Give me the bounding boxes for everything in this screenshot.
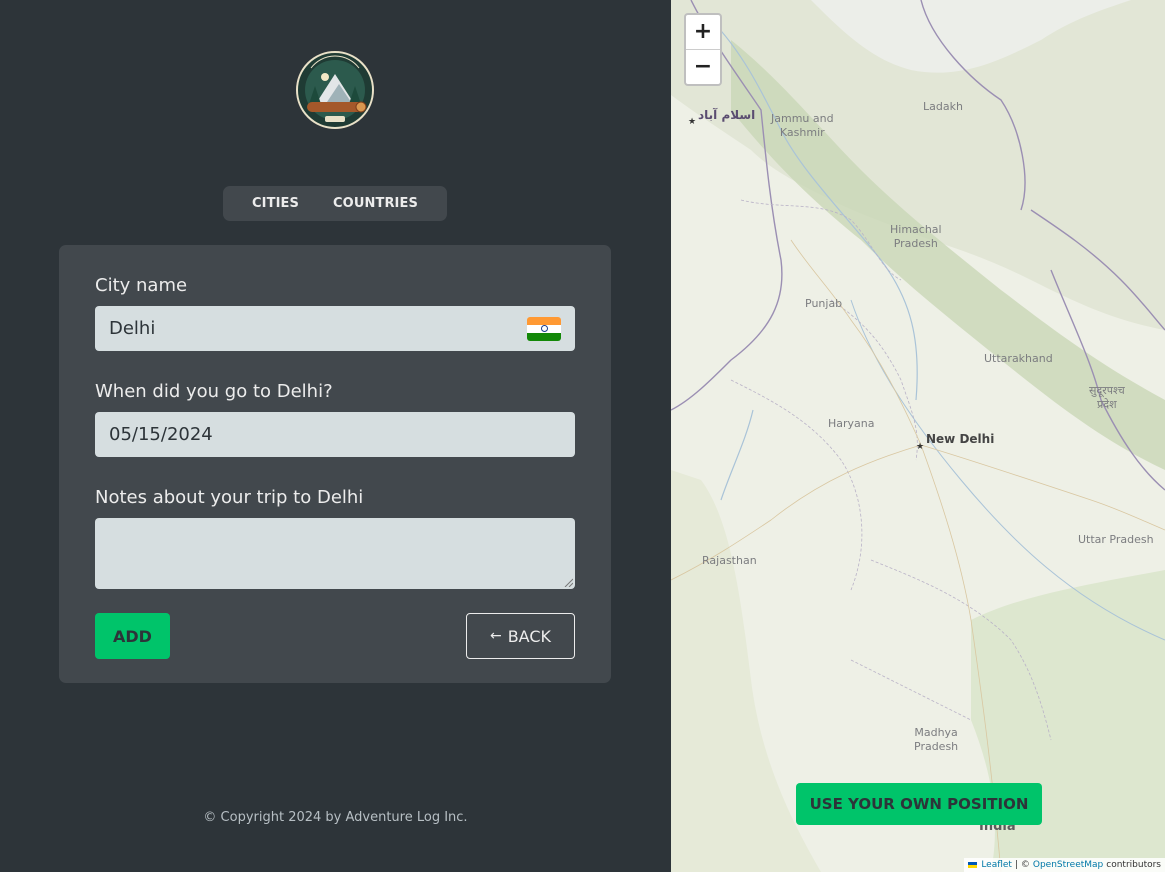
add-button[interactable]: ADD bbox=[95, 613, 170, 659]
city-name-value: Delhi bbox=[109, 318, 156, 339]
map-label-himachal-pradesh: Himachal Pradesh bbox=[890, 223, 942, 250]
map-label-haryana: Haryana bbox=[828, 417, 875, 430]
map-label-jammu-kashmir: Jammu and Kashmir bbox=[771, 112, 834, 139]
capital-star-icon: ★ bbox=[916, 442, 925, 452]
tab-cities[interactable]: CITIES bbox=[242, 192, 309, 215]
map-label-islamabad: اسلام آباد bbox=[698, 108, 756, 122]
adventure-log-logo[interactable] bbox=[295, 50, 375, 130]
map-attribution: Leaflet | © OpenStreetMap contributors bbox=[964, 858, 1165, 872]
tab-countries[interactable]: COUNTRIES bbox=[323, 192, 428, 215]
leaflet-link[interactable]: Leaflet bbox=[981, 860, 1012, 870]
sidebar: CITIES COUNTRIES City name Delhi When di… bbox=[0, 0, 671, 872]
map-label-nepal-province: सुदूरपश्च प्रदेश bbox=[1089, 384, 1125, 411]
ukraine-flag-icon bbox=[968, 862, 978, 868]
map-label-rajasthan: Rajasthan bbox=[702, 554, 757, 567]
capital-star-icon: ★ bbox=[688, 117, 697, 127]
notes-textarea[interactable] bbox=[95, 518, 575, 589]
openstreetmap-link[interactable]: OpenStreetMap bbox=[1033, 860, 1103, 870]
back-arrow-icon: ← bbox=[489, 628, 502, 644]
attribution-separator: | © bbox=[1014, 860, 1030, 870]
city-name-input[interactable]: Delhi bbox=[95, 306, 575, 351]
resize-handle-icon[interactable] bbox=[563, 577, 573, 587]
map-label-uttarakhand: Uttarakhand bbox=[984, 352, 1053, 365]
notes-label: Notes about your trip to Delhi bbox=[95, 487, 364, 508]
map-label-ladakh: Ladakh bbox=[923, 100, 963, 113]
map[interactable]: ★ اسلام آباد Jammu and Kashmir Ladakh Him… bbox=[671, 0, 1165, 872]
india-flag-icon bbox=[527, 316, 561, 341]
zoom-out-button[interactable]: − bbox=[686, 50, 720, 85]
back-button[interactable]: ← BACK bbox=[466, 613, 575, 659]
map-label-uttar-pradesh: Uttar Pradesh bbox=[1078, 533, 1154, 546]
city-name-label: City name bbox=[95, 275, 188, 296]
visit-date-value: 05/15/2024 bbox=[109, 424, 213, 445]
zoom-in-button[interactable]: + bbox=[686, 15, 720, 50]
tab-bar: CITIES COUNTRIES bbox=[223, 186, 447, 221]
back-button-label: BACK bbox=[507, 626, 552, 646]
visit-date-input[interactable]: 05/15/2024 bbox=[95, 412, 575, 457]
map-label-new-delhi: New Delhi bbox=[926, 432, 995, 446]
visit-date-label: When did you go to Delhi? bbox=[95, 381, 333, 402]
add-city-form: City name Delhi When did you go to Delhi… bbox=[59, 245, 611, 683]
zoom-control: + − bbox=[684, 13, 722, 86]
map-label-madhya-pradesh: Madhya Pradesh bbox=[914, 726, 959, 753]
use-own-position-button[interactable]: USE YOUR OWN POSITION bbox=[796, 783, 1042, 825]
copyright-footer: © Copyright 2024 by Adventure Log Inc. bbox=[203, 810, 468, 825]
attribution-contributors: contributors bbox=[1106, 860, 1161, 870]
map-label-punjab: Punjab bbox=[805, 297, 843, 310]
